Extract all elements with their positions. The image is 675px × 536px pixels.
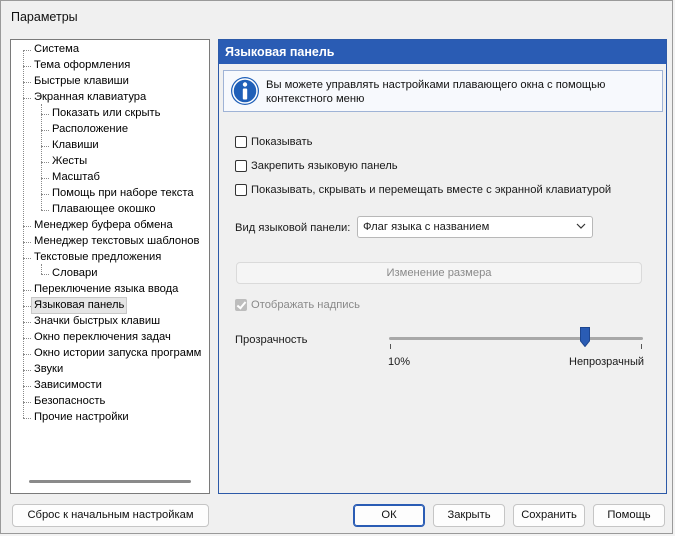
tree-connector (23, 242, 31, 243)
with-keyboard-checkbox[interactable] (235, 184, 247, 196)
tree-connector (41, 146, 49, 147)
with-keyboard-checkbox-row[interactable]: Показывать, скрывать и перемещать вместе… (235, 182, 611, 198)
show-caption-checkbox[interactable] (235, 299, 247, 311)
show-checkbox-row[interactable]: Показывать (235, 134, 312, 150)
reset-button[interactable]: Сброс к начальным настройкам (12, 504, 209, 527)
tree-connector (23, 354, 31, 355)
tree-item[interactable]: Прочие настройки (32, 410, 131, 425)
info-icon (231, 77, 259, 105)
tree-item[interactable]: Плавающее окошко (50, 202, 158, 217)
tree-item[interactable]: Быстрые клавиши (32, 74, 131, 89)
show-caption-label: Отображать надпись (251, 299, 360, 311)
tree-item[interactable]: Система (32, 42, 81, 57)
tree-item[interactable]: Менеджер текстовых шаблонов (32, 234, 201, 249)
tree-connector (23, 322, 31, 323)
tree-item[interactable]: Менеджер буфера обмена (32, 218, 175, 233)
tree-item[interactable]: Расположение (50, 122, 130, 137)
pin-checkbox-row[interactable]: Закрепить языковую панель (235, 158, 398, 174)
tree-item[interactable]: Жесты (50, 154, 89, 169)
show-checkbox-label: Показывать (251, 136, 313, 148)
tree-connector (41, 162, 49, 163)
panel-header: Языковая панель (219, 40, 666, 64)
window-title: Параметры (11, 10, 78, 24)
tree-connector (23, 402, 31, 403)
tree-connector (23, 226, 31, 227)
tree-item[interactable]: Масштаб (50, 170, 102, 185)
tree-item[interactable]: Словари (50, 266, 99, 281)
tree-connector (23, 418, 31, 419)
resize-button[interactable]: Изменение размера (236, 262, 642, 284)
tree-item[interactable]: Переключение языка ввода (32, 282, 180, 297)
help-button[interactable]: Помощь (593, 504, 665, 527)
opacity-slider-track[interactable] (389, 337, 643, 340)
tree-connector (41, 178, 49, 179)
tree-item[interactable]: Зависимости (32, 378, 104, 393)
tree-item[interactable]: Окно переключения задач (32, 330, 173, 345)
view-select-value: Флаг языка с названием (363, 221, 490, 233)
tree-item[interactable]: Языковая панель (30, 297, 128, 314)
save-button[interactable]: Сохранить (513, 504, 585, 527)
tree-item[interactable]: Звуки (32, 362, 65, 377)
tree-connector (41, 210, 49, 211)
show-caption-checkbox-row[interactable]: Отображать надпись (235, 297, 360, 313)
language-panel-settings: Языковая панель Вы можете управлять наст… (218, 39, 667, 494)
tree-root-line (23, 50, 24, 418)
opacity-max-label: Непрозрачный (569, 356, 645, 368)
tree-connector (23, 290, 31, 291)
tree-item[interactable]: Показать или скрыть (50, 106, 163, 121)
tree-item[interactable]: Значки быстрых клавиш (32, 314, 162, 329)
show-checkbox[interactable] (235, 136, 247, 148)
settings-tree[interactable]: Система Тема оформления Быстрые клавиши Экр… (10, 39, 210, 494)
close-button[interactable]: Закрыть (433, 504, 505, 527)
tree-connector (41, 130, 49, 131)
tree-item[interactable]: Текстовые предложения (32, 250, 163, 265)
tree-branch-line (41, 264, 42, 274)
tree-connector (23, 50, 31, 51)
opacity-tick-min (390, 344, 391, 349)
info-box: Вы можете управлять настройками плавающе… (223, 70, 663, 112)
with-keyboard-checkbox-label: Показывать, скрывать и перемещать вместе… (251, 184, 612, 196)
view-label: Вид языковой панели: (235, 222, 351, 234)
tree-connector (41, 114, 49, 115)
ok-button[interactable]: ОК (353, 504, 425, 527)
opacity-min-label: 10% (388, 356, 411, 368)
chevron-down-icon (576, 223, 586, 229)
info-text: Вы можете управлять настройками плавающе… (266, 79, 606, 105)
opacity-slider-thumb[interactable] (579, 327, 590, 347)
tree-connector (23, 82, 31, 83)
tree-horizontal-scrollbar[interactable] (29, 480, 191, 483)
tree-connector (23, 370, 31, 371)
opacity-label: Прозрачность (235, 334, 308, 346)
view-select[interactable]: Флаг языка с названием (357, 216, 593, 238)
tree-connector (23, 338, 31, 339)
tree-item[interactable]: Клавиши (50, 138, 101, 153)
tree-item[interactable]: Экранная клавиатура (32, 90, 148, 105)
tree-item[interactable]: Помощь при наборе текста (50, 186, 196, 201)
tree-connector (23, 258, 31, 259)
tree-connector (23, 98, 31, 99)
tree-item[interactable]: Безопасность (32, 394, 107, 409)
tree-item[interactable]: Окно истории запуска программ (32, 346, 203, 361)
pin-checkbox-label: Закрепить языковую панель (251, 160, 398, 172)
tree-connector (41, 274, 49, 275)
tree-connector (23, 66, 31, 67)
pin-checkbox[interactable] (235, 160, 247, 172)
tree-item[interactable]: Тема оформления (32, 58, 132, 73)
opacity-tick-max (641, 344, 642, 349)
tree-connector (23, 306, 31, 307)
tree-connector (41, 194, 49, 195)
tree-connector (23, 386, 31, 387)
settings-window: Параметры Система Тема оформления Быстрые … (0, 0, 673, 534)
